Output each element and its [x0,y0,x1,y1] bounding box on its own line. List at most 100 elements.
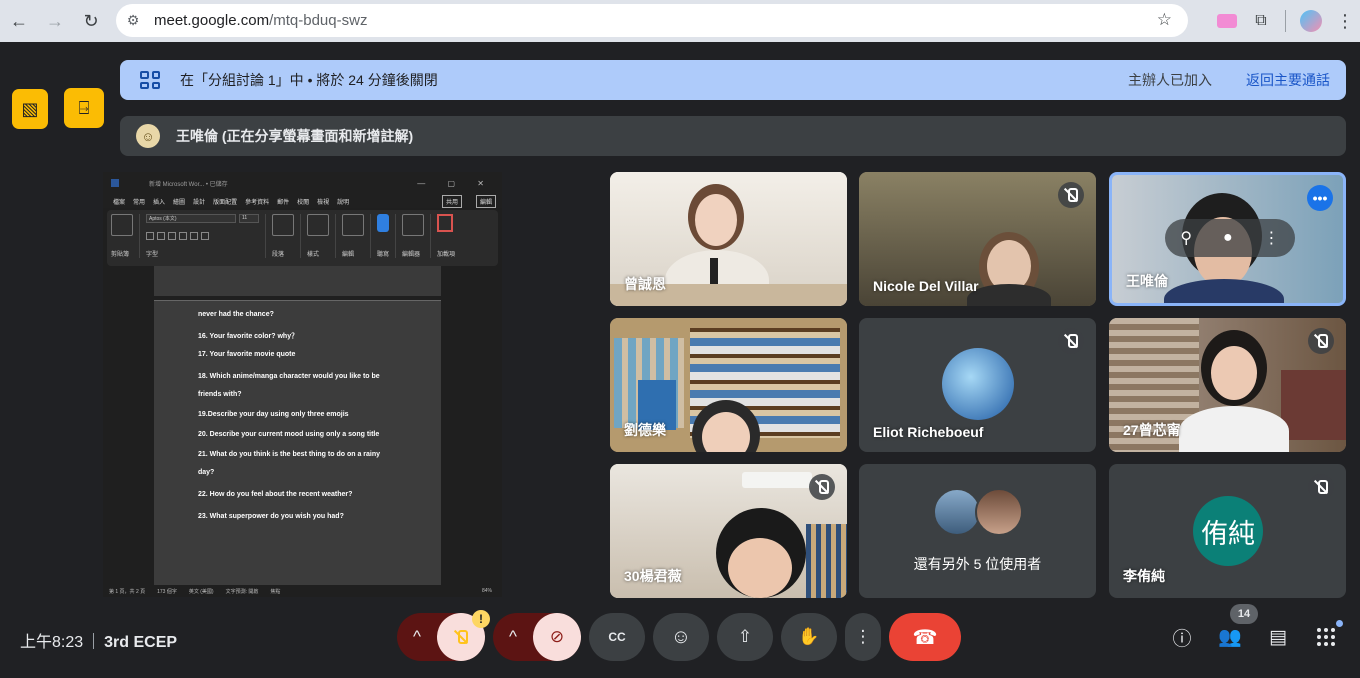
participant-tile[interactable]: 27曾芯甯 [1109,318,1346,452]
back-icon[interactable]: ← [6,8,32,34]
tile-hover-controls[interactable]: ⚲ ● ⋮ [1165,219,1295,257]
warning-icon: ! [472,610,490,628]
raise-hand-button[interactable]: ✋ [781,613,837,661]
more-options-button[interactable]: ⋮ [845,613,881,661]
word-tab: 檔案 [113,199,126,206]
ribbon-paragraph: 段落 [272,214,301,258]
ribbon-addins: 加載項 [437,214,461,258]
muted-mic-icon [1058,182,1084,208]
emoji-icon: ☺ [670,625,692,648]
word-tab: 參考資料 [245,199,270,206]
participant-name: 27曾芯甯 [1123,422,1181,438]
url-text: meet.google.com/mtq-bduq-swz [154,12,368,29]
breakout-room-icon[interactable]: ⍈ [64,88,104,128]
word-logo-icon [111,179,119,187]
chevron-up-icon[interactable]: ^ [413,627,421,647]
participant-tile[interactable]: 劉德樂 [610,318,847,452]
breakout-grid-icon [140,71,160,89]
hide-self-view-icon[interactable]: ▧ [12,89,48,129]
doc-title: 新增 Microsoft Wor... • 已儲存 [149,181,228,188]
word-tab: 插入 [153,199,166,206]
captions-button[interactable]: CC [589,613,645,661]
chevron-up-icon[interactable]: ^ [509,627,517,647]
participant-name: 30楊君薇 [624,568,682,584]
participant-tile[interactable]: 曾誠恩 [610,172,847,306]
browser-menu-icon[interactable]: ⋮ [1336,11,1354,32]
meeting-info-icon[interactable]: ⓘ [1167,622,1197,652]
word-share-button: 共用 [441,194,462,208]
return-main-call-button[interactable]: 返回主要通話 [1246,70,1330,90]
word-status-bar: 第 1 頁，共 2 頁 173 個字 英文 (美國) 文字預測: 開啟 焦點 84% [103,585,502,597]
presenter-avatar: ☺ [136,124,160,148]
doc-line: 16. Your favorite color? why？ [198,333,299,340]
mic-off-icon [454,630,468,644]
extension-icon[interactable] [1217,14,1237,28]
participant-avatar: 侑純 [1193,496,1263,566]
forward-icon[interactable]: → [42,8,68,34]
participant-name: Eliot Richeboeuf [873,424,984,440]
doc-page-top [154,266,441,296]
meeting-controls-bar: 上午8:23 3rd ECEP ^ ! ^ ⊘ CC ☺ ⇧ ✋ ⋮ ☎ ⓘ 14… [0,604,1360,678]
word-tab: 設計 [193,199,206,206]
doc-line: day? [198,469,215,476]
word-tab: 說明 [337,199,350,206]
bookmark-star-icon[interactable]: ☆ [1157,10,1172,30]
other-participants-avatars [933,488,1025,538]
doc-line: friends with? [198,391,242,398]
participant-name: Nicole Del Villar [873,278,979,294]
participant-name: 劉德樂 [624,422,666,438]
ribbon-editor: 編輯器 [402,214,432,258]
breakout-message: 在「分組討論 1」中 • 將於 24 分鐘後關閉 [180,72,438,88]
doc-page: never had the chance? 16. Your favorite c… [154,300,441,585]
notification-dot [1336,620,1343,627]
activities-icon[interactable] [1311,622,1341,652]
present-screen-button[interactable]: ⇧ [717,613,773,661]
muted-mic-icon [1308,474,1334,500]
emoji-reaction-button[interactable]: ☺ [653,613,709,661]
word-tab: 版面配置 [213,199,238,206]
people-icon[interactable]: 👥 [1215,622,1245,652]
end-call-icon: ☎ [912,626,938,649]
more-participants-label: 還有另外 5 位使用者 [913,556,1042,572]
extensions-puzzle-icon[interactable]: ⧉ [1251,12,1271,30]
more-options-icon[interactable]: ••• [1307,185,1333,211]
participant-tile[interactable]: 侑純 李侑純 [1109,464,1346,598]
ribbon-editing: 編輯 [342,214,371,258]
doc-line: 18. Which anime/manga character would yo… [198,373,380,380]
profile-avatar[interactable] [1300,10,1322,32]
muted-mic-icon [809,474,835,500]
participant-tile[interactable]: 30楊君薇 [610,464,847,598]
camera-off-icon: ⊘ [549,627,565,646]
status-item: 173 個字 [157,588,177,595]
pin-icon[interactable]: ⚲ [1180,228,1192,248]
participant-tile-pinned[interactable]: ⚲ ● ⋮ ••• 王唯倫 [1109,172,1346,306]
camera-toggle-button[interactable]: ⊘ [533,613,581,661]
shared-screen[interactable]: 新增 Microsoft Wor... • 已儲存 — ▢ ✕ 檔案 常用 插入 繪圖… [103,172,502,597]
mic-icon[interactable]: ● [1223,229,1233,247]
participant-tile[interactable]: Eliot Richeboeuf [859,318,1096,452]
ribbon-dictate: 聽寫 [377,214,397,258]
present-icon: ⇧ [737,627,753,646]
participant-tile[interactable]: Nicole Del Villar [859,172,1096,306]
current-time: 上午8:23 [20,634,84,651]
presenter-text: 王唯倫 (正在分享螢幕畫面和新增註解) [176,128,414,144]
reload-icon[interactable]: ↻ [78,8,104,34]
doc-line: 20. Describe your current mood using onl… [198,431,380,438]
participant-name: 曾誠恩 [624,276,666,292]
host-joined-text: 主辦人已加入 [1128,72,1212,88]
word-tab: 校閱 [297,199,310,206]
participant-name: 李侑純 [1123,568,1165,584]
leave-call-button[interactable]: ☎ [889,613,961,661]
doc-line: never had the chance? [198,311,274,318]
word-tab: 郵件 [277,199,290,206]
chat-icon[interactable]: ▤ [1263,622,1293,652]
muted-mic-icon [1308,328,1334,354]
more-participants-tile[interactable]: 還有另外 5 位使用者 [859,464,1096,598]
more-options-icon[interactable]: ⋮ [1264,228,1280,248]
zoom-level: 84% [481,588,492,594]
address-bar[interactable]: ⚙ meet.google.com/mtq-bduq-swz ☆ [116,4,1188,37]
participant-name: 王唯倫 [1126,273,1168,289]
word-tab: 繪圖 [173,199,186,206]
site-info-icon[interactable]: ⚙ [122,12,144,29]
meeting-name: 3rd ECEP [104,634,178,651]
